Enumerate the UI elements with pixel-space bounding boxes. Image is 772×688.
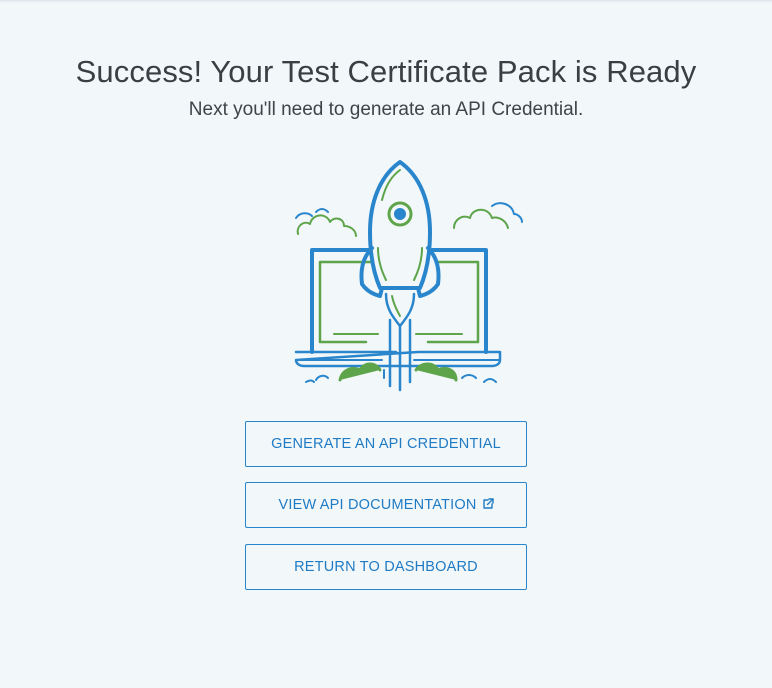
- return-to-dashboard-label: RETURN TO DASHBOARD: [294, 559, 478, 575]
- success-page: Success! Your Test Certificate Pack is R…: [0, 0, 772, 688]
- rocket-launch-icon: [294, 160, 523, 392]
- view-api-documentation-label: VIEW API DOCUMENTATION: [278, 497, 477, 513]
- return-to-dashboard-button[interactable]: RETURN TO DASHBOARD: [245, 544, 527, 590]
- page-title: Success! Your Test Certificate Pack is R…: [75, 54, 697, 89]
- page-subtitle: Next you'll need to generate an API Cred…: [188, 99, 584, 120]
- external-link-icon: [482, 497, 494, 509]
- generate-api-credential-button[interactable]: GENERATE AN API CREDENTIAL: [245, 421, 527, 467]
- view-api-documentation-button[interactable]: VIEW API DOCUMENTATION: [245, 482, 527, 528]
- generate-api-credential-label: GENERATE AN API CREDENTIAL: [271, 436, 501, 452]
